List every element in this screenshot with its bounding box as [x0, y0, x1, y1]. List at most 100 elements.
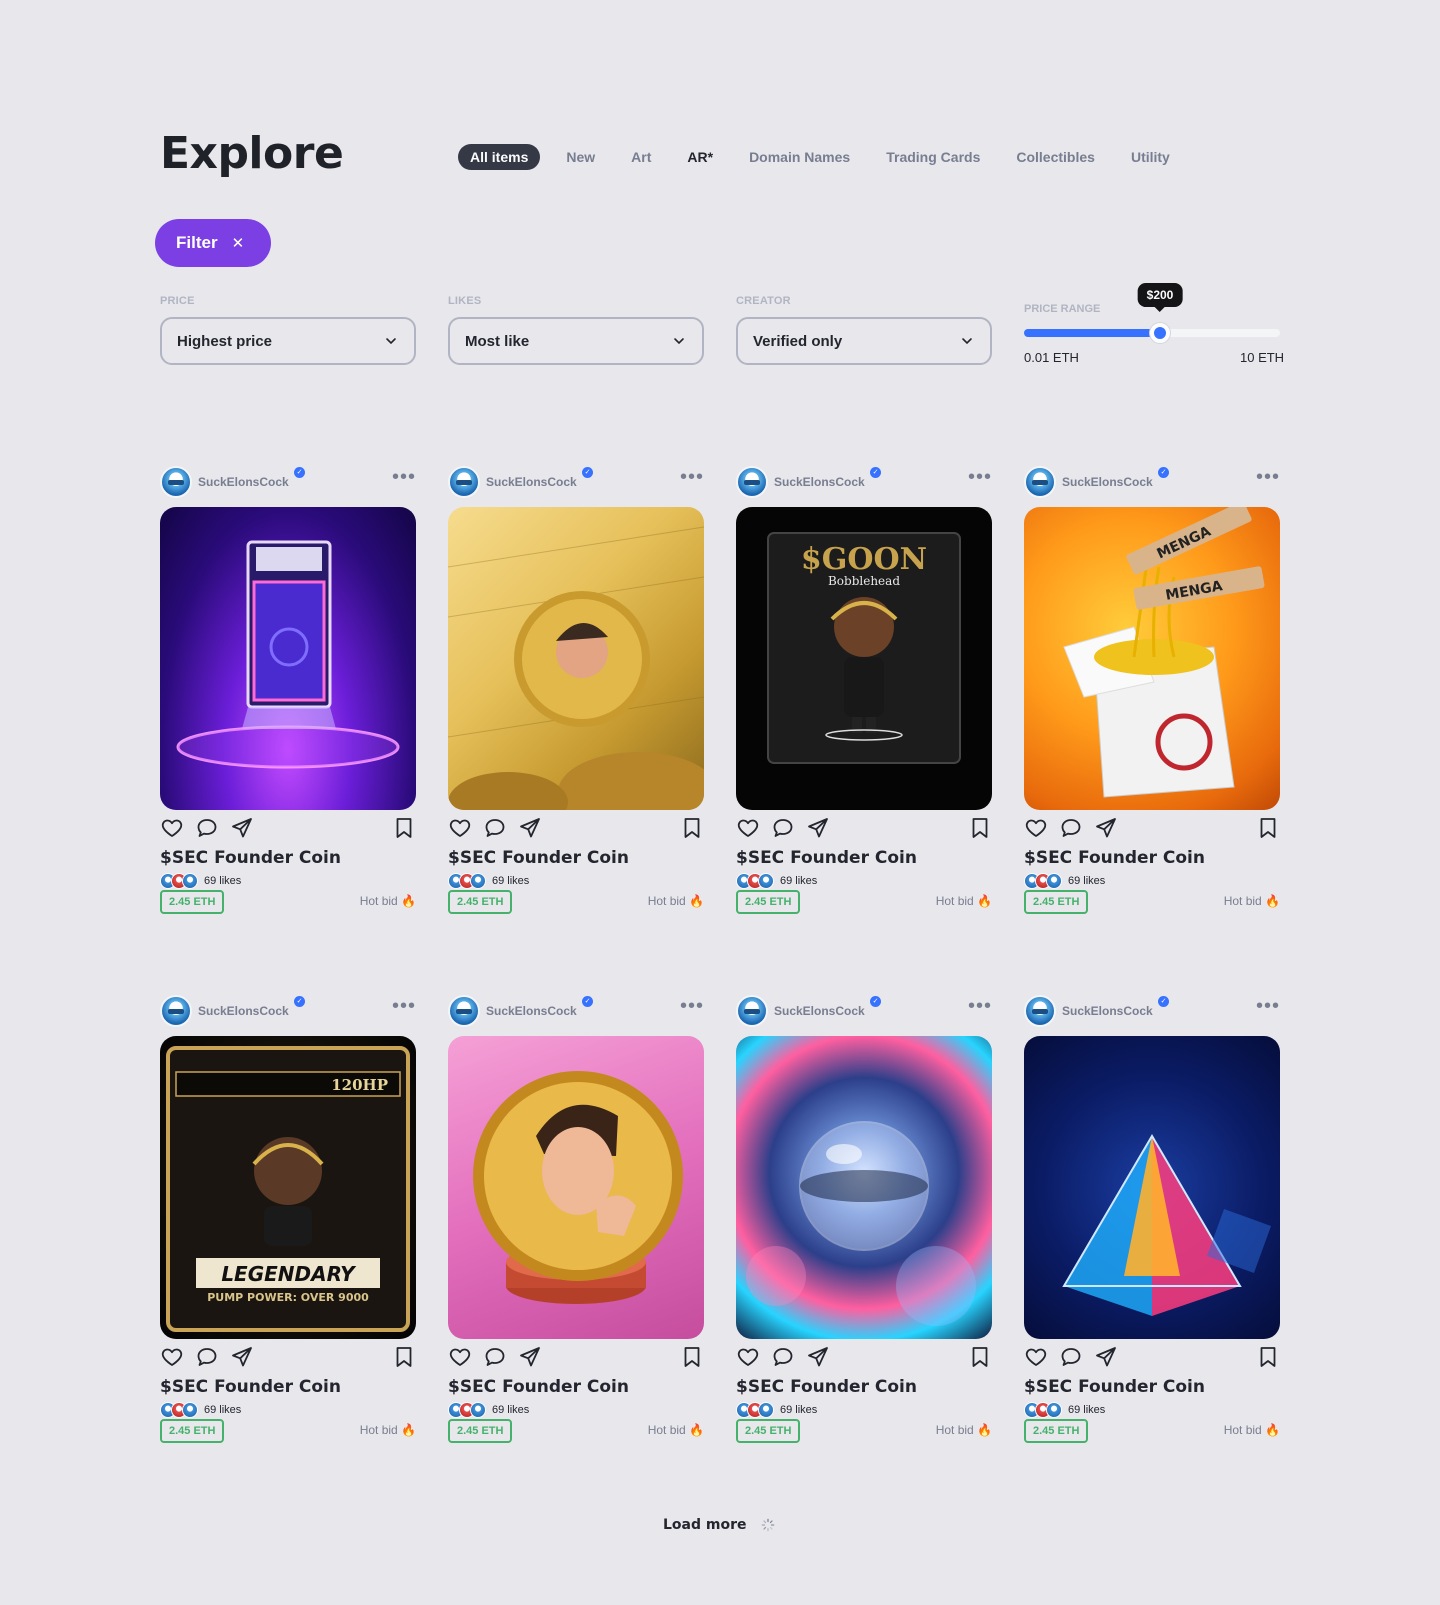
tab-utility[interactable]: Utility	[1131, 149, 1170, 165]
comment-icon[interactable]	[771, 1345, 795, 1369]
bookmark-icon[interactable]	[392, 816, 416, 840]
item-card[interactable]: SuckElonsCock ✓ ••• $SEC Founder Coin 69…	[448, 992, 704, 1455]
tab-trading-cards[interactable]: Trading Cards	[886, 149, 980, 165]
avatar[interactable]	[736, 465, 768, 498]
tab-all-items[interactable]: All items	[458, 144, 541, 170]
item-title[interactable]: $SEC Founder Coin	[1024, 1377, 1280, 1397]
item-artwork[interactable]: 120HP LEGENDARY PUMP POWER: OVER 9000	[160, 1036, 416, 1339]
share-icon[interactable]	[230, 816, 254, 840]
more-icon[interactable]: •••	[680, 996, 704, 1016]
item-card[interactable]: SuckElonsCock ✓ ••• $SEC Founder Coin 69…	[1024, 992, 1280, 1455]
more-icon[interactable]: •••	[392, 467, 416, 487]
tab-new[interactable]: New	[566, 149, 595, 165]
item-title[interactable]: $SEC Founder Coin	[1024, 848, 1280, 868]
creator-name[interactable]: SuckElonsCock	[486, 1004, 577, 1018]
heart-icon[interactable]	[736, 1345, 760, 1369]
more-icon[interactable]: •••	[392, 996, 416, 1016]
more-icon[interactable]: •••	[680, 467, 704, 487]
heart-icon[interactable]	[736, 816, 760, 840]
heart-icon[interactable]	[160, 1345, 184, 1369]
heart-icon[interactable]	[160, 816, 184, 840]
comment-icon[interactable]	[483, 1345, 507, 1369]
share-icon[interactable]	[806, 816, 830, 840]
avatar[interactable]	[1024, 465, 1056, 498]
item-card[interactable]: SuckElonsCock ✓ ••• $SEC Founder Coin 69…	[160, 463, 416, 926]
item-title[interactable]: $SEC Founder Coin	[448, 848, 704, 868]
price-range-fill	[1024, 329, 1160, 337]
share-icon[interactable]	[518, 1345, 542, 1369]
comment-icon[interactable]	[1059, 816, 1083, 840]
share-icon[interactable]	[1094, 1345, 1118, 1369]
item-artwork[interactable]	[1024, 1036, 1280, 1339]
comment-icon[interactable]	[195, 1345, 219, 1369]
item-card[interactable]: SuckElonsCock ✓ ••• 120HP LEGENDARY PUMP P…	[160, 992, 416, 1455]
tab-ar[interactable]: AR*	[687, 149, 713, 165]
comment-icon[interactable]	[1059, 1345, 1083, 1369]
item-title[interactable]: $SEC Founder Coin	[160, 848, 416, 868]
share-icon[interactable]	[1094, 816, 1118, 840]
bookmark-icon[interactable]	[392, 1345, 416, 1369]
price-range-handle[interactable]	[1150, 323, 1170, 343]
bookmark-icon[interactable]	[1256, 816, 1280, 840]
avatar[interactable]	[1024, 994, 1056, 1027]
avatar[interactable]	[160, 465, 192, 498]
creator-name[interactable]: SuckElonsCock	[198, 475, 289, 489]
item-artwork[interactable]	[160, 507, 416, 810]
item-card[interactable]: SuckElonsCock ✓ ••• MENGA MENGA $SEC Foun…	[1024, 463, 1280, 926]
creator-name[interactable]: SuckElonsCock	[198, 1004, 289, 1018]
heart-icon[interactable]	[1024, 1345, 1048, 1369]
avatar[interactable]	[736, 994, 768, 1027]
avatar[interactable]	[160, 994, 192, 1027]
bookmark-icon[interactable]	[1256, 1345, 1280, 1369]
item-artwork[interactable]: $GOON Bobblehead	[736, 507, 992, 810]
bookmark-icon[interactable]	[680, 1345, 704, 1369]
more-icon[interactable]: •••	[1256, 467, 1280, 487]
item-artwork[interactable]: MENGA MENGA	[1024, 507, 1280, 810]
more-icon[interactable]: •••	[1256, 996, 1280, 1016]
more-icon[interactable]: •••	[968, 996, 992, 1016]
item-title[interactable]: $SEC Founder Coin	[160, 1377, 416, 1397]
comment-icon[interactable]	[771, 816, 795, 840]
share-icon[interactable]	[806, 1345, 830, 1369]
heart-icon[interactable]	[448, 1345, 472, 1369]
comment-icon[interactable]	[195, 816, 219, 840]
heart-icon[interactable]	[1024, 816, 1048, 840]
creator-name[interactable]: SuckElonsCock	[774, 475, 865, 489]
item-artwork[interactable]	[736, 1036, 992, 1339]
tab-domain-names[interactable]: Domain Names	[749, 149, 850, 165]
creator-name[interactable]: SuckElonsCock	[1062, 475, 1153, 489]
item-artwork[interactable]	[448, 1036, 704, 1339]
likes-select[interactable]: Most like	[448, 317, 704, 365]
load-more-button[interactable]: Load more	[663, 1517, 775, 1533]
status-badge: Hot bid 🔥	[935, 1423, 992, 1437]
more-icon[interactable]: •••	[968, 467, 992, 487]
item-title[interactable]: $SEC Founder Coin	[736, 848, 992, 868]
item-card[interactable]: SuckElonsCock ✓ ••• $GOON Bobblehead $SEC…	[736, 463, 992, 926]
filter-button[interactable]: Filter ✕	[155, 219, 271, 267]
close-icon[interactable]: ✕	[232, 234, 245, 252]
item-card[interactable]: SuckElonsCock ✓ ••• $SEC Founder Coin 69…	[448, 463, 704, 926]
bookmark-icon[interactable]	[968, 1345, 992, 1369]
item-artwork[interactable]	[448, 507, 704, 810]
heart-icon[interactable]	[448, 816, 472, 840]
creator-name[interactable]: SuckElonsCock	[774, 1004, 865, 1018]
share-icon[interactable]	[518, 816, 542, 840]
price-select[interactable]: Highest price	[160, 317, 416, 365]
likes-row: 69 likes	[736, 872, 992, 890]
bookmark-icon[interactable]	[680, 816, 704, 840]
share-icon[interactable]	[230, 1345, 254, 1369]
price-range-slider[interactable]: $200	[1024, 283, 1280, 343]
item-title[interactable]: $SEC Founder Coin	[736, 1377, 992, 1397]
item-card[interactable]: SuckElonsCock ✓ ••• $SEC Founder Coin 69…	[736, 992, 992, 1455]
avatar[interactable]	[448, 465, 480, 498]
comment-icon[interactable]	[483, 816, 507, 840]
creator-select[interactable]: Verified only	[736, 317, 992, 365]
creator-name[interactable]: SuckElonsCock	[1062, 1004, 1153, 1018]
avatar[interactable]	[448, 994, 480, 1027]
tab-art[interactable]: Art	[631, 149, 651, 165]
item-title[interactable]: $SEC Founder Coin	[448, 1377, 704, 1397]
liker-avatars	[448, 873, 492, 889]
tab-collectibles[interactable]: Collectibles	[1016, 149, 1095, 165]
bookmark-icon[interactable]	[968, 816, 992, 840]
creator-name[interactable]: SuckElonsCock	[486, 475, 577, 489]
